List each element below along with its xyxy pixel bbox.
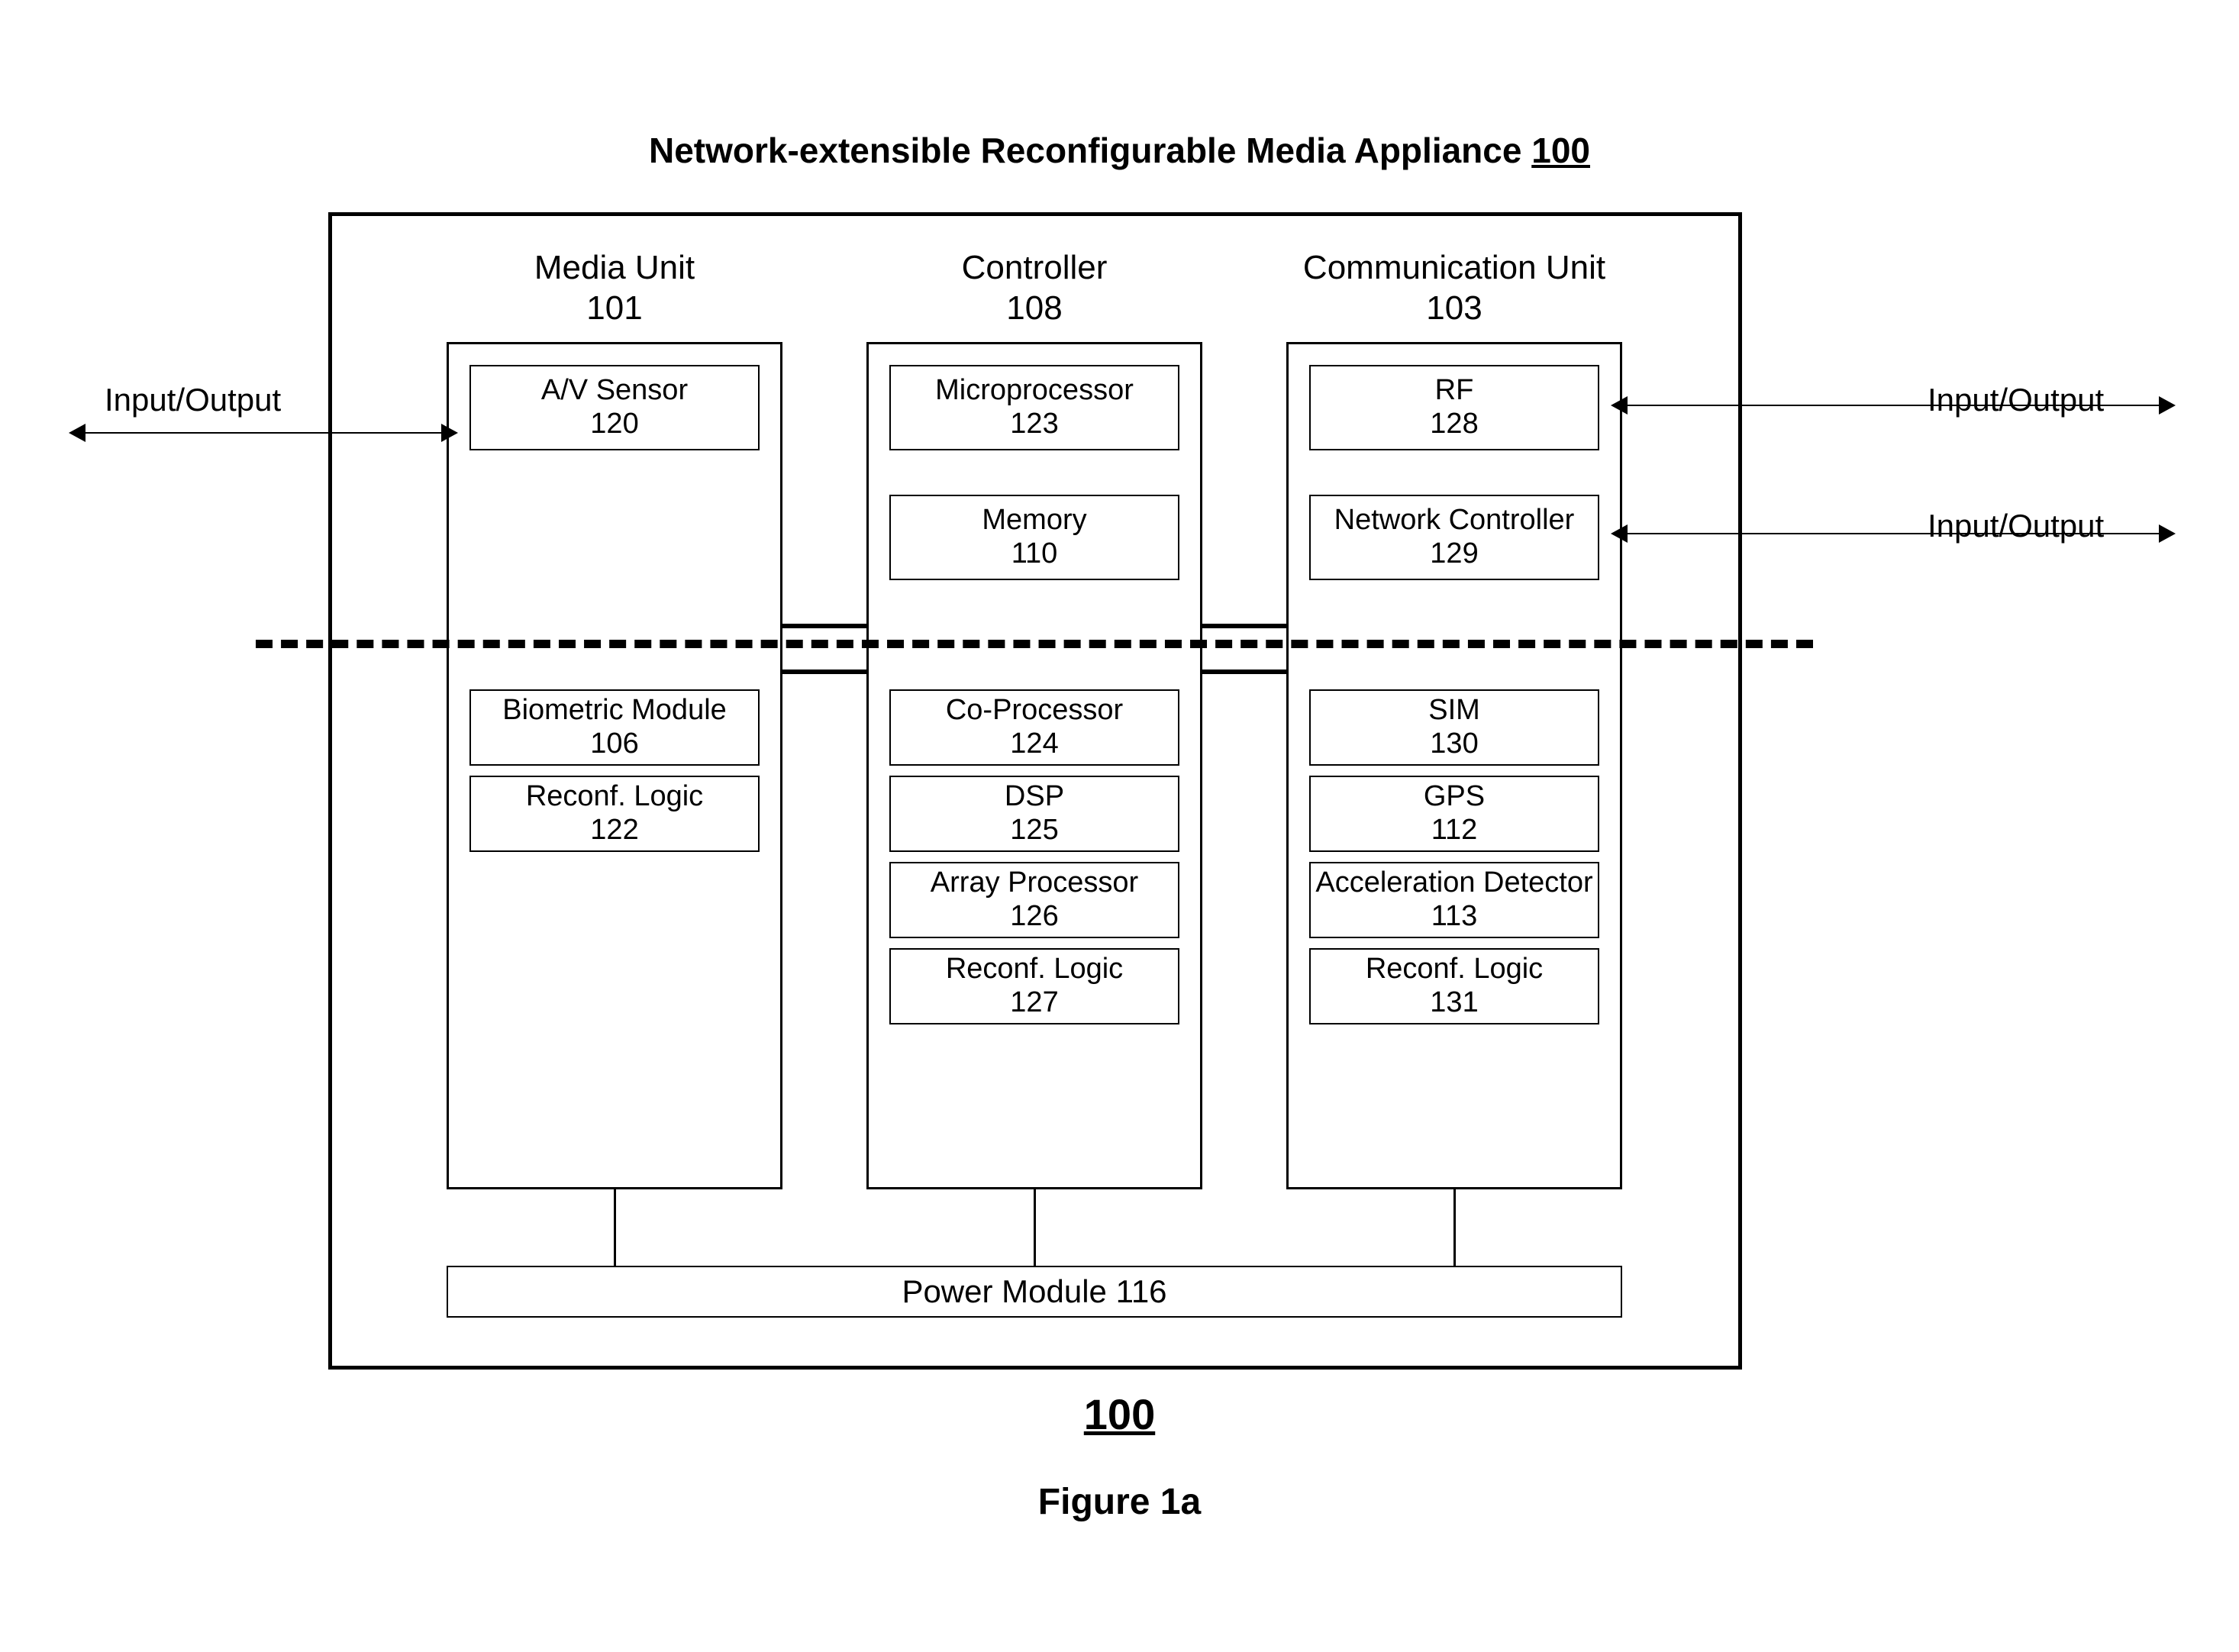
rf-ref: 128 xyxy=(1430,408,1478,441)
comm-unit-ref: 103 xyxy=(1286,289,1622,329)
comm-unit-box xyxy=(1286,342,1622,1189)
controller-name: Controller xyxy=(962,249,1108,286)
drop-media-power xyxy=(614,1189,616,1266)
arrow-left-head-out xyxy=(69,424,85,442)
io-label-right-rf: Input/Output xyxy=(1928,382,2104,418)
gps-module: GPS 112 xyxy=(1309,776,1599,852)
network-controller-ref: 129 xyxy=(1430,537,1478,571)
diagram-title: Network-extensible Reconfigurable Media … xyxy=(0,130,2239,171)
rf-module: RF 128 xyxy=(1309,365,1599,450)
arrow-net-head-in xyxy=(1611,524,1628,543)
arrow-rf-head-in xyxy=(1611,396,1628,415)
bus-media-ctrl-top xyxy=(782,624,866,628)
comm-unit-name: Communication Unit xyxy=(1303,249,1605,286)
sim-ref: 130 xyxy=(1430,728,1478,761)
coprocessor-name: Co-Processor xyxy=(946,694,1123,728)
controller-box xyxy=(866,342,1202,1189)
media-unit-box xyxy=(447,342,782,1189)
arrow-left-line xyxy=(84,432,443,434)
arrow-rf-line xyxy=(1626,405,2160,406)
comm-reconf-module: Reconf. Logic 131 xyxy=(1309,948,1599,1024)
drop-comm-power xyxy=(1453,1189,1456,1266)
sim-module: SIM 130 xyxy=(1309,689,1599,766)
controller-ref: 108 xyxy=(866,289,1202,329)
array-processor-name: Array Processor xyxy=(931,866,1138,900)
figure-caption: Figure 1a xyxy=(0,1481,2239,1523)
accel-detector-ref: 113 xyxy=(1431,900,1478,934)
media-unit-name: Media Unit xyxy=(534,249,695,286)
rf-name: RF xyxy=(1435,374,1474,408)
dsp-name: DSP xyxy=(1005,780,1064,814)
bus-ctrl-comm-top xyxy=(1202,624,1286,628)
av-sensor-ref: 120 xyxy=(590,408,638,441)
media-unit-header: Media Unit 101 xyxy=(447,248,782,329)
memory-name: Memory xyxy=(982,504,1086,537)
media-reconf-module: Reconf. Logic 122 xyxy=(469,776,760,852)
coprocessor-module: Co-Processor 124 xyxy=(889,689,1179,766)
biometric-name: Biometric Module xyxy=(502,694,727,728)
arrow-net-line xyxy=(1626,533,2160,534)
figure-ref: 100 xyxy=(0,1389,2239,1439)
microprocessor-module: Microprocessor 123 xyxy=(889,365,1179,450)
network-controller-module: Network Controller 129 xyxy=(1309,495,1599,580)
arrow-left-head-in xyxy=(441,424,458,442)
av-sensor-module: A/V Sensor 120 xyxy=(469,365,760,450)
microprocessor-ref: 123 xyxy=(1010,408,1058,441)
memory-module: Memory 110 xyxy=(889,495,1179,580)
network-controller-name: Network Controller xyxy=(1334,504,1575,537)
gps-ref: 112 xyxy=(1431,814,1478,847)
memory-ref: 110 xyxy=(1011,537,1058,571)
microprocessor-name: Microprocessor xyxy=(935,374,1134,408)
gps-name: GPS xyxy=(1424,780,1485,814)
array-processor-module: Array Processor 126 xyxy=(889,862,1179,938)
ctrl-reconf-name: Reconf. Logic xyxy=(946,953,1123,986)
ctrl-reconf-ref: 127 xyxy=(1010,986,1058,1020)
biometric-module: Biometric Module 106 xyxy=(469,689,760,766)
media-reconf-ref: 122 xyxy=(590,814,638,847)
io-label-left: Input/Output xyxy=(105,382,281,418)
media-unit-ref: 101 xyxy=(447,289,782,329)
comm-reconf-ref: 131 xyxy=(1430,986,1478,1020)
accel-detector-name: Acceleration Detector xyxy=(1315,866,1592,900)
ctrl-reconf-module: Reconf. Logic 127 xyxy=(889,948,1179,1024)
dashed-divider xyxy=(256,640,1813,648)
coprocessor-ref: 124 xyxy=(1010,728,1058,761)
media-reconf-name: Reconf. Logic xyxy=(526,780,703,814)
io-label-right-net: Input/Output xyxy=(1928,508,2104,544)
drop-ctrl-power xyxy=(1034,1189,1036,1266)
sim-name: SIM xyxy=(1428,694,1480,728)
bus-ctrl-comm-bot xyxy=(1202,670,1286,674)
comm-unit-header: Communication Unit 103 xyxy=(1286,248,1622,329)
title-text: Network-extensible Reconfigurable Media … xyxy=(649,131,1521,170)
accel-detector-module: Acceleration Detector 113 xyxy=(1309,862,1599,938)
arrow-rf-head-out xyxy=(2159,396,2176,415)
dsp-ref: 125 xyxy=(1010,814,1058,847)
controller-header: Controller 108 xyxy=(866,248,1202,329)
array-processor-ref: 126 xyxy=(1010,900,1058,934)
power-module: Power Module 116 xyxy=(447,1266,1622,1318)
bus-media-ctrl-bot xyxy=(782,670,866,674)
dsp-module: DSP 125 xyxy=(889,776,1179,852)
arrow-net-head-out xyxy=(2159,524,2176,543)
power-module-ref: 116 xyxy=(1116,1273,1167,1310)
title-ref: 100 xyxy=(1531,131,1590,170)
comm-reconf-name: Reconf. Logic xyxy=(1366,953,1543,986)
biometric-ref: 106 xyxy=(590,728,638,761)
av-sensor-name: A/V Sensor xyxy=(541,374,688,408)
power-module-name: Power Module xyxy=(902,1273,1106,1310)
appliance-outer-box: Media Unit 101 Controller 108 Communicat… xyxy=(328,212,1742,1370)
